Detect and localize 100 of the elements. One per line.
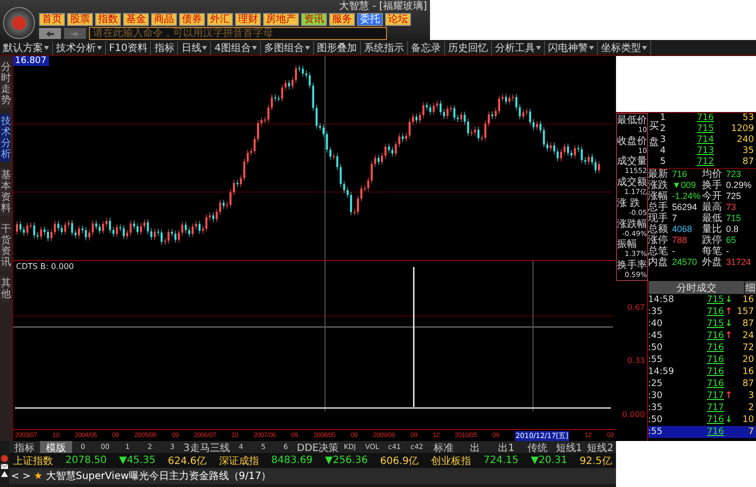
tick-arrow: ↓ <box>725 295 732 305</box>
indicator-tab[interactable]: 短线2 <box>584 441 616 453</box>
order-price: 714 <box>696 135 714 146</box>
next-button[interactable]: > <box>22 470 31 482</box>
tick-arrow: ↑ <box>725 391 732 401</box>
tick-row[interactable]: :25 716 87 <box>648 378 756 390</box>
tick-row[interactable]: 14:59 716 16 <box>648 366 756 378</box>
quote-label: 每笔 <box>702 246 723 257</box>
tick-tab[interactable]: 细 <box>744 281 756 294</box>
menu-item[interactable]: 指标 <box>151 40 178 54</box>
tick-price: 716 <box>706 331 724 341</box>
menu-item[interactable]: 备忘录 <box>408 40 445 54</box>
quote-value: - <box>725 246 730 257</box>
quote-label: 涨幅 <box>648 191 669 202</box>
data-window-label: 振幅 <box>617 239 638 250</box>
indicator-tab[interactable]: 短线1 <box>553 441 585 453</box>
tick-tab[interactable]: 分时成交 <box>648 281 744 294</box>
tick-price: 716 <box>706 307 724 317</box>
menu-item[interactable]: 闪电神警 <box>544 40 598 54</box>
tick-row[interactable]: :55 716 20 <box>648 354 756 366</box>
indicator-tab[interactable]: 传统 <box>522 441 554 453</box>
menu-item[interactable]: 系统指示 <box>360 40 408 54</box>
quote-value: 65 <box>725 235 738 246</box>
tick-volume: 16 <box>742 295 755 305</box>
index-change: ▼20.31 <box>530 455 568 466</box>
indicator-tab[interactable]: 模版 <box>40 441 72 453</box>
axis-label: 0.000 <box>622 410 645 419</box>
index-name: 创业板指 <box>431 454 472 468</box>
indicator-tab[interactable]: 出 <box>459 441 491 453</box>
tick-time: :55 <box>648 427 664 437</box>
news-headline[interactable]: 大智慧SuperView曝光今日主力资金路线（9/17） <box>46 469 272 483</box>
quote-label: 今开 <box>702 191 723 202</box>
previous-button[interactable]: < <box>11 470 20 482</box>
data-window-label: 最低价 <box>617 115 647 126</box>
tick-row[interactable]: :50 716↓ 10 <box>648 414 756 426</box>
tick-row[interactable]: :35 717 2 <box>648 402 756 414</box>
side-tab[interactable]: 技术分析 <box>0 114 10 162</box>
order-volume: 53 <box>742 113 755 124</box>
tick-volume: 10 <box>742 415 755 425</box>
order-price: 712 <box>696 157 714 168</box>
side-tab[interactable]: 干货资讯 <box>0 222 10 270</box>
menu-item[interactable]: 4图组合 <box>211 40 261 54</box>
quote-label: 均价 <box>702 169 723 180</box>
order-side-label: 买盘 <box>648 120 660 150</box>
quote-label: 内盘 <box>648 257 669 268</box>
quote-label: 涨跌 <box>648 180 669 191</box>
indicator-tab[interactable]: 3走马三线 <box>183 441 230 453</box>
tick-row[interactable]: :40 715↓ 87 <box>648 318 756 330</box>
quote-label: 换手 <box>702 180 723 191</box>
tick-row[interactable]: :45 716↑ 24 <box>648 330 756 342</box>
data-window-label: 收盘价 <box>617 136 647 147</box>
tick-time: :55 <box>648 355 664 365</box>
order-level: 5 <box>660 157 667 168</box>
tick-volume: 16 <box>742 367 755 377</box>
menu-item[interactable]: 坐标类型 <box>598 40 651 54</box>
tick-time: :25 <box>648 379 664 389</box>
side-tab[interactable]: 基本资料 <box>0 168 10 216</box>
menu-item[interactable]: F10资料 <box>106 40 152 54</box>
order-level: 4 <box>660 146 667 157</box>
tick-arrow: ↑ <box>725 307 732 317</box>
indicator-tab[interactable]: 出1 <box>490 441 522 453</box>
indicator-tab[interactable]: 标准 <box>428 441 460 453</box>
side-tab[interactable]: 分时走势 <box>0 60 10 108</box>
tick-volume: 157 <box>736 307 755 317</box>
menu-item[interactable]: 图形叠加 <box>314 40 361 54</box>
order-level: 3 <box>660 135 667 146</box>
menu-item[interactable]: 多图组合 <box>260 40 314 54</box>
menu-item[interactable]: 日线 <box>178 40 212 54</box>
tick-time: :30 <box>648 391 664 401</box>
tick-row[interactable]: :50 716 72 <box>648 342 756 354</box>
tick-time: 14:58 <box>648 295 675 305</box>
index-turnover: 606.9亿 <box>380 454 419 468</box>
quote-label: 量比 <box>702 224 723 235</box>
tick-volume: 2 <box>747 403 755 413</box>
indicator-tab[interactable]: 指标 <box>9 441 40 453</box>
tick-price: 716 <box>706 415 724 425</box>
tick-row[interactable]: :35 716↑ 157 <box>648 306 756 318</box>
quote-value: 73 <box>725 202 738 213</box>
data-window-label: 涨跌幅 <box>617 218 647 230</box>
tick-volume: 20 <box>742 355 755 365</box>
quote-value: 0.8 <box>725 224 740 235</box>
quote-label: 最新 <box>648 169 669 180</box>
tick-time: :35 <box>648 307 664 317</box>
order-price: 715 <box>696 124 714 135</box>
tick-row[interactable]: :55 716 7 <box>648 426 756 438</box>
side-tab[interactable]: 其他 <box>0 276 10 302</box>
tick-row[interactable]: 14:58 715↓ 16 <box>648 294 756 306</box>
quote-value: 715 <box>725 213 742 224</box>
tick-row[interactable]: :30 717↑ 3 <box>648 390 756 402</box>
menu-item[interactable]: 技术分析 <box>53 40 106 54</box>
quote-value: 0.29% <box>725 180 753 191</box>
menu-item[interactable]: 默认方案 <box>0 40 53 54</box>
menu-item[interactable]: 历史回忆 <box>444 40 492 54</box>
tick-volume: 3 <box>747 391 755 401</box>
index-name: 深证成指 <box>218 454 259 468</box>
menu-item[interactable]: 分析工具 <box>492 40 545 54</box>
tick-arrow: ↓ <box>725 415 732 425</box>
quote-label: 总手 <box>648 202 669 213</box>
indicator-tab[interactable]: DDE决策 <box>296 441 339 453</box>
nav-button[interactable]: 委托 <box>357 13 383 26</box>
